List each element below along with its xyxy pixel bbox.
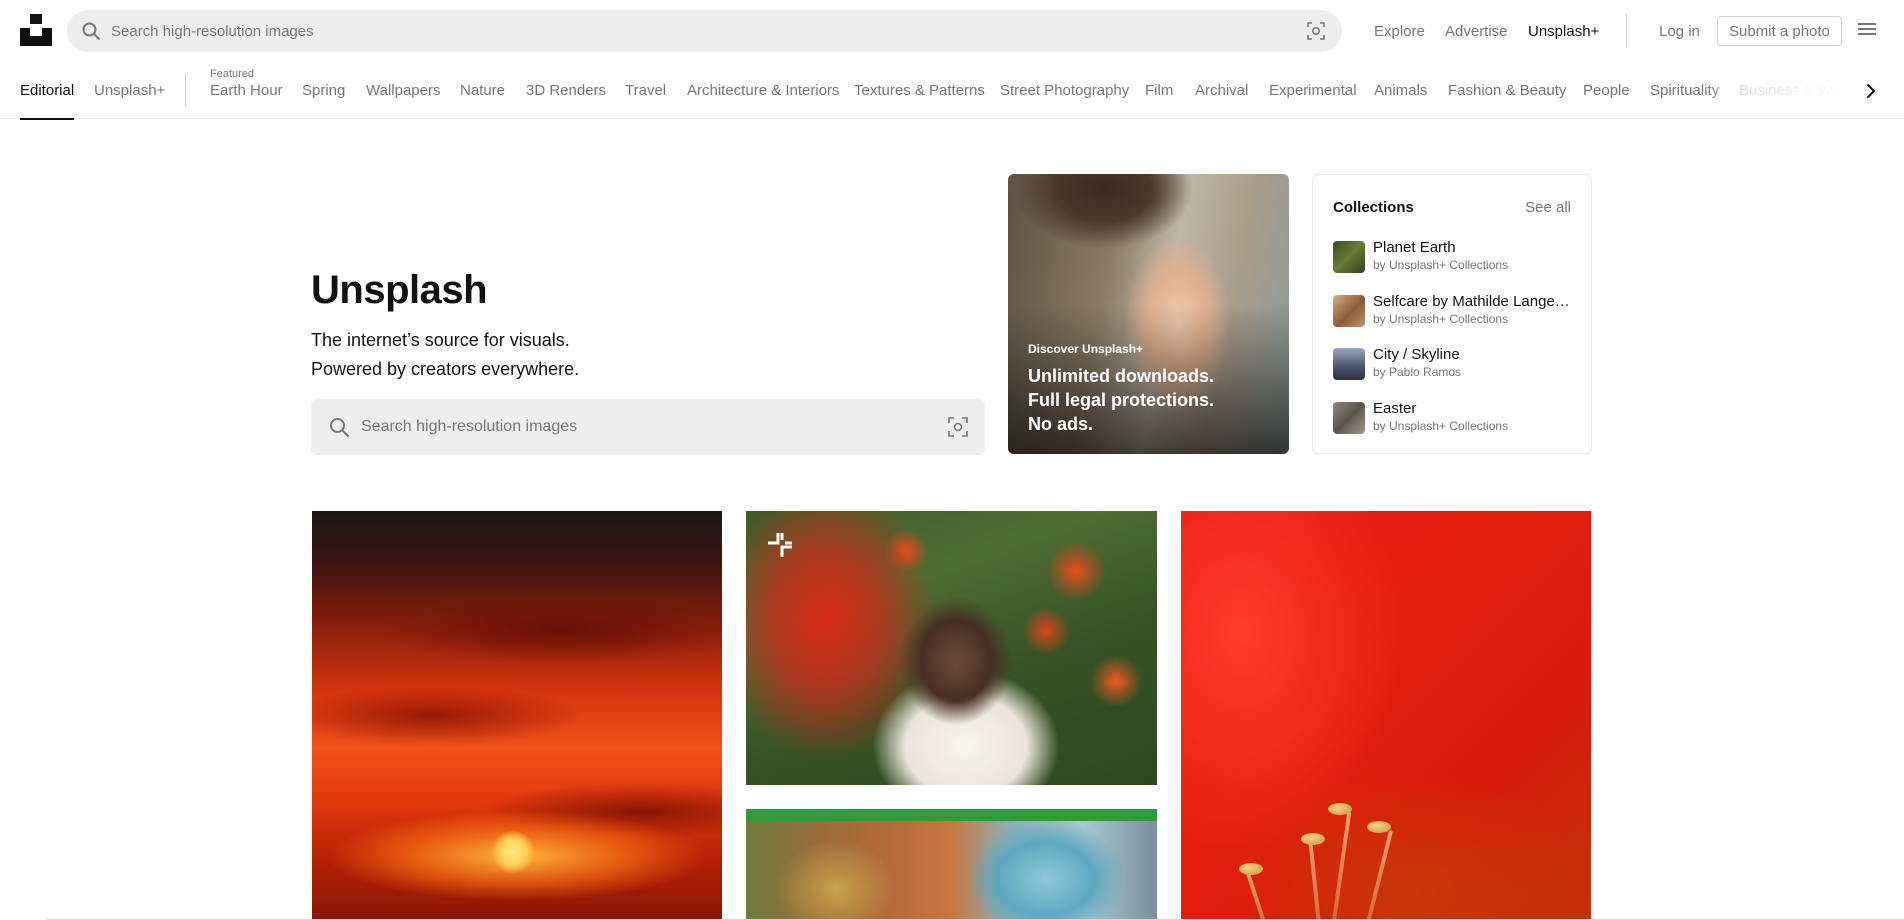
category-nature[interactable]: Nature <box>460 62 505 119</box>
collection-author: by Unsplash+ Collections <box>1373 312 1509 326</box>
top-search-bar[interactable] <box>67 10 1342 52</box>
collection-name: Selfcare by Mathilde Langevin <box>1373 293 1573 310</box>
explore-link[interactable]: Explore <box>1374 23 1425 40</box>
flower-anther <box>1239 863 1263 875</box>
category-wallpapers[interactable]: Wallpapers <box>366 62 440 119</box>
tab-unsplash-plus[interactable]: Unsplash+ <box>94 62 165 119</box>
flower-stamen <box>1308 841 1322 920</box>
flower-stamen <box>1330 811 1352 920</box>
collection-thumbnail <box>1333 241 1365 273</box>
collection-author: by Unsplash+ Collections <box>1373 258 1509 272</box>
collection-item-easter[interactable]: Easter by Unsplash+ Collections <box>1333 400 1573 436</box>
see-all-link[interactable]: See all <box>1525 199 1571 216</box>
search-icon[interactable] <box>81 21 101 41</box>
chevron-right-icon[interactable] <box>1858 78 1884 104</box>
nav-link-explore[interactable]: Explore <box>1374 0 1425 62</box>
promo-kicker: Discover Unsplash+ <box>1028 342 1144 356</box>
category-business-work[interactable]: Business & Work <box>1739 62 1853 119</box>
photo-woman-in-flowers[interactable] <box>746 511 1157 785</box>
collection-item-city-skyline[interactable]: City / Skyline by Pablo Ramos <box>1333 346 1573 382</box>
top-search-input[interactable] <box>111 10 1261 52</box>
promo-headline: Unlimited downloads. Full legal protecti… <box>1028 364 1214 436</box>
collection-name: City / Skyline <box>1373 346 1460 363</box>
top-header: Explore Advertise Unsplash+ Log in Submi… <box>0 0 1904 62</box>
category-spirituality[interactable]: Spirituality <box>1650 62 1719 119</box>
flower-anther <box>1328 803 1352 815</box>
category-fashion-beauty[interactable]: Fashion & Beauty <box>1448 62 1566 119</box>
category-street-photography[interactable]: Street Photography <box>1000 62 1129 119</box>
hamburger-menu-icon[interactable] <box>1855 20 1879 42</box>
flower-stamen <box>1364 830 1394 920</box>
category-3d-renders[interactable]: 3D Renders <box>526 62 606 119</box>
category-travel[interactable]: Travel <box>625 62 666 119</box>
category-nav: Editorial Unsplash+ Featured Earth Hour … <box>0 62 1904 120</box>
collection-item-planet-earth[interactable]: Planet Earth by Unsplash+ Collections <box>1333 239 1573 275</box>
tab-editorial[interactable]: Editorial <box>20 62 75 120</box>
category-archival[interactable]: Archival <box>1195 62 1248 119</box>
photo-red-flower-closeup[interactable] <box>1181 511 1591 920</box>
collection-thumbnail <box>1333 402 1365 434</box>
login-wrapper[interactable]: Log in <box>1659 0 1700 62</box>
category-experimental[interactable]: Experimental <box>1269 62 1357 119</box>
collection-author: by Pablo Ramos <box>1373 365 1462 379</box>
promo-line-1: Unlimited downloads. <box>1028 366 1215 386</box>
collection-author: by Unsplash+ Collections <box>1373 419 1509 433</box>
collection-thumbnail <box>1333 348 1365 380</box>
unsplash-plus-link[interactable]: Unsplash+ <box>1528 23 1599 40</box>
flower-anther <box>1301 833 1325 845</box>
collection-name: Easter <box>1373 400 1417 417</box>
photo-graffiti-building[interactable] <box>746 809 1157 920</box>
photo-sunset[interactable] <box>312 511 722 920</box>
category-spring[interactable]: Spring <box>302 62 345 119</box>
submit-photo-button[interactable]: Submit a photo <box>1717 16 1842 46</box>
unsplash-plus-badge-icon <box>768 533 792 557</box>
promo-line-3: No ads. <box>1028 414 1094 434</box>
collection-thumbnail <box>1333 295 1365 327</box>
promo-line-2: Full legal protections. <box>1028 390 1215 410</box>
hero-search-input[interactable] <box>361 399 921 455</box>
hero-tagline-2: Powered by creators everywhere. <box>311 359 580 379</box>
category-people[interactable]: People <box>1583 62 1630 119</box>
visual-search-icon[interactable] <box>947 416 969 438</box>
nav-link-unsplash-plus[interactable]: Unsplash+ <box>1528 0 1599 62</box>
category-textures-patterns[interactable]: Textures & Patterns <box>854 62 985 119</box>
search-icon[interactable] <box>328 416 350 438</box>
nav-divider <box>185 74 186 107</box>
collections-card: Collections See all Planet Earth by Unsp… <box>1312 174 1592 454</box>
flower-anther <box>1367 821 1391 833</box>
advertise-link[interactable]: Advertise <box>1445 23 1508 40</box>
flower-stamen <box>1245 871 1269 920</box>
category-earth-hour[interactable]: Earth Hour <box>210 62 283 119</box>
category-film[interactable]: Film <box>1145 62 1173 119</box>
hero-tagline-1: The internet’s source for visuals. <box>311 330 570 350</box>
login-link[interactable]: Log in <box>1659 23 1700 40</box>
collection-item-selfcare[interactable]: Selfcare by Mathilde Langevin by Unsplas… <box>1333 293 1573 329</box>
hero-search-bar[interactable] <box>311 399 985 455</box>
header-divider <box>1626 14 1627 48</box>
nav-link-advertise[interactable]: Advertise <box>1445 0 1508 62</box>
collection-name: Planet Earth <box>1373 239 1456 256</box>
category-animals[interactable]: Animals <box>1374 62 1427 119</box>
collections-title: Collections <box>1333 199 1414 216</box>
hero-title: Unsplash <box>311 268 488 312</box>
visual-search-icon[interactable] <box>1306 21 1326 41</box>
unsplash-logo-icon[interactable] <box>20 14 52 46</box>
category-architecture-interiors[interactable]: Architecture & Interiors <box>687 62 840 119</box>
unsplash-plus-promo-card[interactable]: Discover Unsplash+ Unlimited downloads. … <box>1008 174 1289 454</box>
